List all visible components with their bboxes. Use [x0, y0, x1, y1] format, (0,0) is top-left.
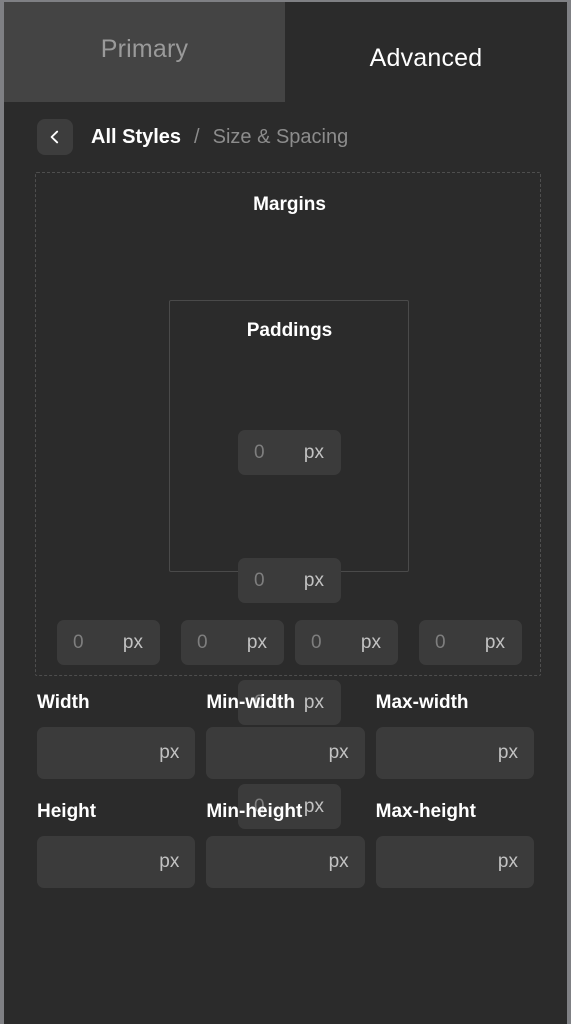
tab-primary-label: Primary	[100, 34, 189, 63]
max-width-unit: px	[497, 742, 518, 763]
max-height-input[interactable]: px	[375, 836, 534, 888]
style-editor-panel: Primary Advanced All Styles / Size & Spa…	[0, 0, 571, 1024]
margin-right-unit: px	[484, 631, 505, 653]
margin-top-input[interactable]: 0 px	[238, 430, 341, 475]
breadcrumb: All Styles / Size & Spacing	[4, 102, 567, 172]
min-width-label: Min-width	[206, 692, 295, 713]
size-section: Width Min-width Max-width px px px Heigh…	[4, 692, 567, 888]
tab-advanced-label: Advanced	[369, 43, 483, 72]
height-label: Height	[37, 801, 97, 822]
breadcrumb-current: Size & Spacing	[212, 125, 349, 148]
margin-right-value: 0	[435, 631, 446, 653]
height-unit: px	[159, 851, 180, 872]
margin-left-input[interactable]: 0 px	[57, 620, 160, 665]
breadcrumb-parent[interactable]: All Styles	[91, 126, 181, 149]
back-button[interactable]	[37, 119, 73, 155]
margin-top-unit: px	[303, 441, 324, 463]
width-unit: px	[159, 742, 180, 763]
max-height-label: Max-height	[375, 801, 476, 822]
max-width-input[interactable]: px	[375, 727, 534, 779]
spacing-editor: Margins Paddings 0 px 0 px 0 px 0 px 0 p…	[4, 172, 567, 829]
padding-right-value: 0	[311, 631, 322, 653]
width-row-fields: px px px	[37, 727, 534, 779]
margin-top-value: 0	[254, 441, 265, 463]
padding-top-unit: px	[303, 569, 324, 591]
width-row-labels: Width Min-width Max-width	[37, 692, 534, 714]
margin-left-value: 0	[73, 631, 84, 653]
padding-left-input[interactable]: 0 px	[181, 620, 284, 665]
max-width-label: Max-width	[375, 692, 469, 713]
margin-left-unit: px	[122, 631, 143, 653]
min-width-input[interactable]: px	[206, 727, 365, 779]
padding-top-input[interactable]: 0 px	[238, 558, 341, 603]
chevron-left-icon	[47, 129, 63, 145]
height-row-fields: px px px	[37, 836, 534, 888]
margins-label: Margins	[253, 194, 326, 215]
padding-top-value: 0	[254, 569, 265, 591]
min-height-input[interactable]: px	[206, 836, 365, 888]
padding-left-value: 0	[197, 631, 208, 653]
tab-advanced[interactable]: Advanced	[285, 20, 567, 102]
breadcrumb-separator: /	[194, 125, 200, 148]
padding-left-unit: px	[246, 631, 267, 653]
min-height-label: Min-height	[206, 801, 303, 822]
width-label: Width	[37, 692, 90, 713]
min-height-unit: px	[328, 851, 349, 872]
width-input[interactable]: px	[37, 727, 196, 779]
tab-bar: Primary Advanced	[4, 2, 567, 102]
tab-primary[interactable]: Primary	[4, 2, 285, 102]
padding-right-input[interactable]: 0 px	[295, 620, 398, 665]
padding-right-unit: px	[360, 631, 381, 653]
height-row-labels: Height Min-height Max-height	[37, 801, 534, 823]
min-width-unit: px	[328, 742, 349, 763]
paddings-label: Paddings	[246, 320, 333, 341]
width-row: Width Min-width Max-width px px px	[37, 692, 534, 779]
margin-right-input[interactable]: 0 px	[419, 620, 522, 665]
height-row: Height Min-height Max-height px px px	[37, 801, 534, 888]
max-height-unit: px	[497, 851, 518, 872]
height-input[interactable]: px	[37, 836, 196, 888]
